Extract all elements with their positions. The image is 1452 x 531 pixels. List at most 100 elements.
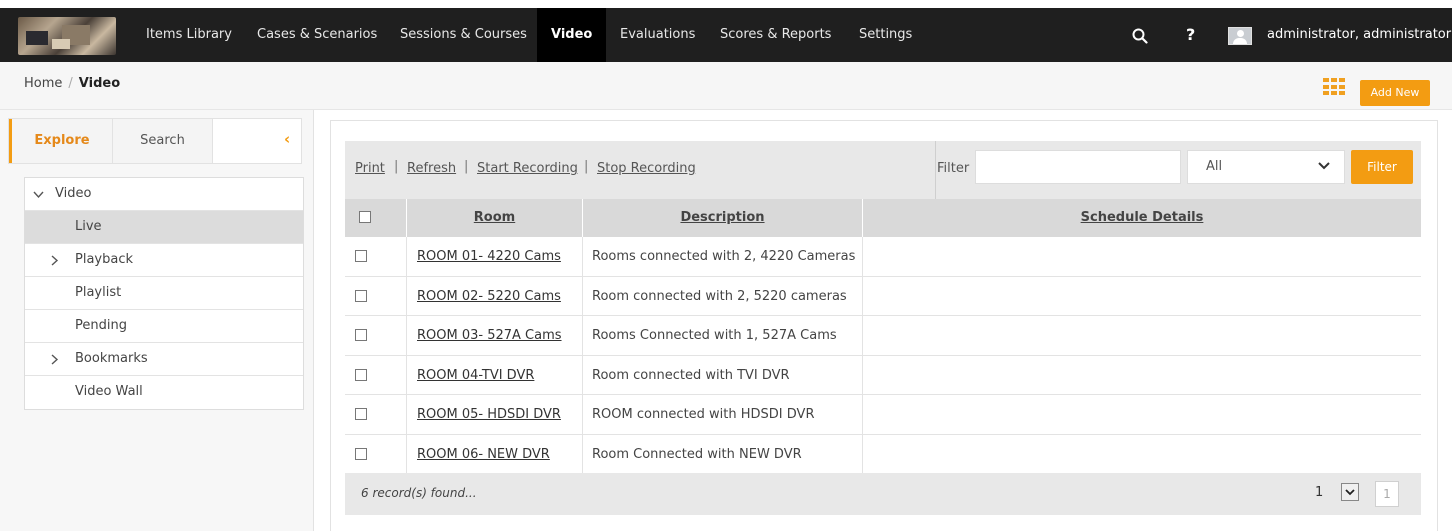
room-description: Rooms Connected with 1, 527A Cams — [583, 316, 863, 355]
room-link[interactable]: ROOM 01- 4220 Cams — [407, 237, 583, 276]
filter-button[interactable]: Filter — [1351, 150, 1413, 184]
user-name[interactable]: administrator, administrator — [1267, 8, 1451, 62]
tab-explore[interactable]: Explore — [9, 119, 113, 163]
nav-scores-reports[interactable]: Scores & Reports — [720, 8, 831, 62]
select-all-cell — [345, 199, 407, 237]
tree-item-label: Live — [75, 219, 102, 234]
tree-item-live[interactable]: Live — [25, 211, 303, 244]
room-link[interactable]: ROOM 05- HDSDI DVR — [407, 395, 583, 434]
tab-search[interactable]: Search — [113, 119, 213, 163]
explore-tree: Video Live Playback Playlist Pending Boo… — [24, 177, 304, 410]
main-content: Print | Refresh | Start Recording | Stop… — [330, 120, 1438, 531]
schedule-details — [863, 435, 1421, 474]
schedule-details — [863, 395, 1421, 434]
left-tabs: Explore Search — [8, 118, 302, 164]
page-number: 1 — [1315, 485, 1324, 500]
tree-item-label: Playback — [75, 252, 134, 267]
chevron-down-icon — [1318, 158, 1330, 174]
row-checkbox[interactable] — [355, 289, 367, 302]
tree-item-label: Video — [55, 186, 92, 201]
left-panel: Explore Search ‹ Video Live Playback Pla… — [0, 110, 314, 531]
refresh-link[interactable]: Refresh — [407, 161, 456, 176]
header-description[interactable]: Description — [583, 199, 863, 237]
collapse-panel-icon[interactable]: ‹ — [284, 130, 290, 148]
table-row: ROOM 04-TVI DVR Room connected with TVI D… — [345, 355, 1421, 395]
tree-item-label: Bookmarks — [75, 351, 148, 366]
nav-items-library[interactable]: Items Library — [146, 8, 232, 62]
breadcrumb-bar: Home / Video Add New — [0, 62, 1452, 110]
records-count: 6 record(s) found... — [361, 486, 477, 500]
filter-input[interactable] — [975, 150, 1181, 184]
row-checkbox[interactable] — [355, 368, 367, 381]
page-select[interactable] — [1341, 483, 1359, 501]
tree-item-playback[interactable]: Playback — [25, 244, 303, 277]
table-row: ROOM 01- 4220 Cams Rooms connected with 2… — [345, 237, 1421, 277]
breadcrumb-home[interactable]: Home — [24, 76, 62, 91]
header-schedule-details[interactable]: Schedule Details — [863, 199, 1421, 237]
search-icon[interactable] — [1132, 8, 1148, 62]
schedule-details — [863, 356, 1421, 395]
row-checkbox[interactable] — [355, 447, 367, 460]
nav-cases-scenarios[interactable]: Cases & Scenarios — [257, 8, 377, 62]
filter-divider — [935, 141, 936, 199]
chevron-down-icon — [33, 178, 44, 210]
chevron-right-icon — [51, 244, 59, 276]
table-row: ROOM 05- HDSDI DVR ROOM connected with HD… — [345, 395, 1421, 435]
print-link[interactable]: Print — [355, 161, 385, 176]
stop-recording-link[interactable]: Stop Recording — [597, 161, 696, 176]
toolbar-separator: | — [464, 159, 469, 174]
row-checkbox-cell — [345, 276, 407, 316]
room-description: Rooms connected with 2, 4220 Cameras — [583, 237, 863, 276]
row-checkbox-cell — [345, 237, 407, 276]
tree-item-pending[interactable]: Pending — [25, 310, 303, 343]
nav-evaluations[interactable]: Evaluations — [620, 8, 695, 62]
tree-item-label: Pending — [75, 318, 127, 333]
room-description: Room connected with TVI DVR — [583, 355, 863, 395]
row-checkbox[interactable] — [355, 329, 367, 341]
room-link[interactable]: ROOM 03- 527A Cams — [407, 316, 583, 355]
nav-sessions-courses[interactable]: Sessions & Courses — [400, 8, 527, 62]
room-link[interactable]: ROOM 04-TVI DVR — [407, 355, 583, 395]
table-footer: 6 record(s) found... 1 1 — [345, 473, 1421, 515]
select-all-checkbox[interactable] — [359, 211, 371, 223]
row-checkbox[interactable] — [355, 250, 367, 262]
tree-item-playlist[interactable]: Playlist — [25, 277, 303, 310]
tree-item-video[interactable]: Video — [25, 178, 303, 211]
header-room[interactable]: Room — [407, 199, 583, 237]
nav-video[interactable]: Video — [537, 8, 607, 62]
room-link[interactable]: ROOM 02- 5220 Cams — [407, 276, 583, 316]
nav-settings[interactable]: Settings — [859, 8, 912, 62]
filter-select[interactable]: All — [1187, 150, 1345, 184]
grid-icon[interactable] — [1323, 78, 1345, 96]
room-description: Room Connected with NEW DVR — [583, 434, 863, 474]
toolbar-separator: | — [394, 159, 399, 174]
breadcrumb-current: Video — [78, 76, 121, 91]
schedule-details — [863, 237, 1421, 276]
add-new-button[interactable]: Add New — [1360, 80, 1430, 106]
chevron-right-icon — [51, 343, 59, 375]
page-box[interactable]: 1 — [1375, 481, 1399, 507]
rooms-table: Room Description Schedule Details ROOM 0… — [345, 199, 1421, 474]
schedule-details — [863, 316, 1421, 355]
table-toolbar: Print | Refresh | Start Recording | Stop… — [345, 141, 1421, 199]
start-recording-link[interactable]: Start Recording — [477, 161, 578, 176]
table-row: ROOM 06- NEW DVR Room Connected with NEW … — [345, 434, 1421, 474]
row-checkbox-cell — [345, 316, 407, 355]
row-checkbox[interactable] — [355, 408, 367, 420]
table-header: Room Description Schedule Details — [345, 199, 1421, 237]
avatar[interactable] — [1228, 27, 1252, 45]
tree-item-label: Playlist — [75, 285, 122, 300]
breadcrumb: Home / Video — [24, 76, 120, 91]
filter-label: Filter — [937, 161, 970, 176]
room-link[interactable]: ROOM 06- NEW DVR — [407, 434, 583, 474]
table-body: ROOM 01- 4220 Cams Rooms connected with 2… — [345, 237, 1421, 474]
room-description: Room connected with 2, 5220 cameras — [583, 276, 863, 316]
schedule-details — [863, 277, 1421, 316]
top-navbar: Items Library Cases & Scenarios Sessions… — [0, 8, 1452, 62]
row-checkbox-cell — [345, 395, 407, 434]
help-icon[interactable]: ? — [1186, 8, 1195, 62]
filter-select-value: All — [1206, 159, 1223, 174]
tree-item-video-wall[interactable]: Video Wall — [25, 376, 303, 409]
app-logo[interactable] — [18, 17, 116, 55]
tree-item-bookmarks[interactable]: Bookmarks — [25, 343, 303, 376]
